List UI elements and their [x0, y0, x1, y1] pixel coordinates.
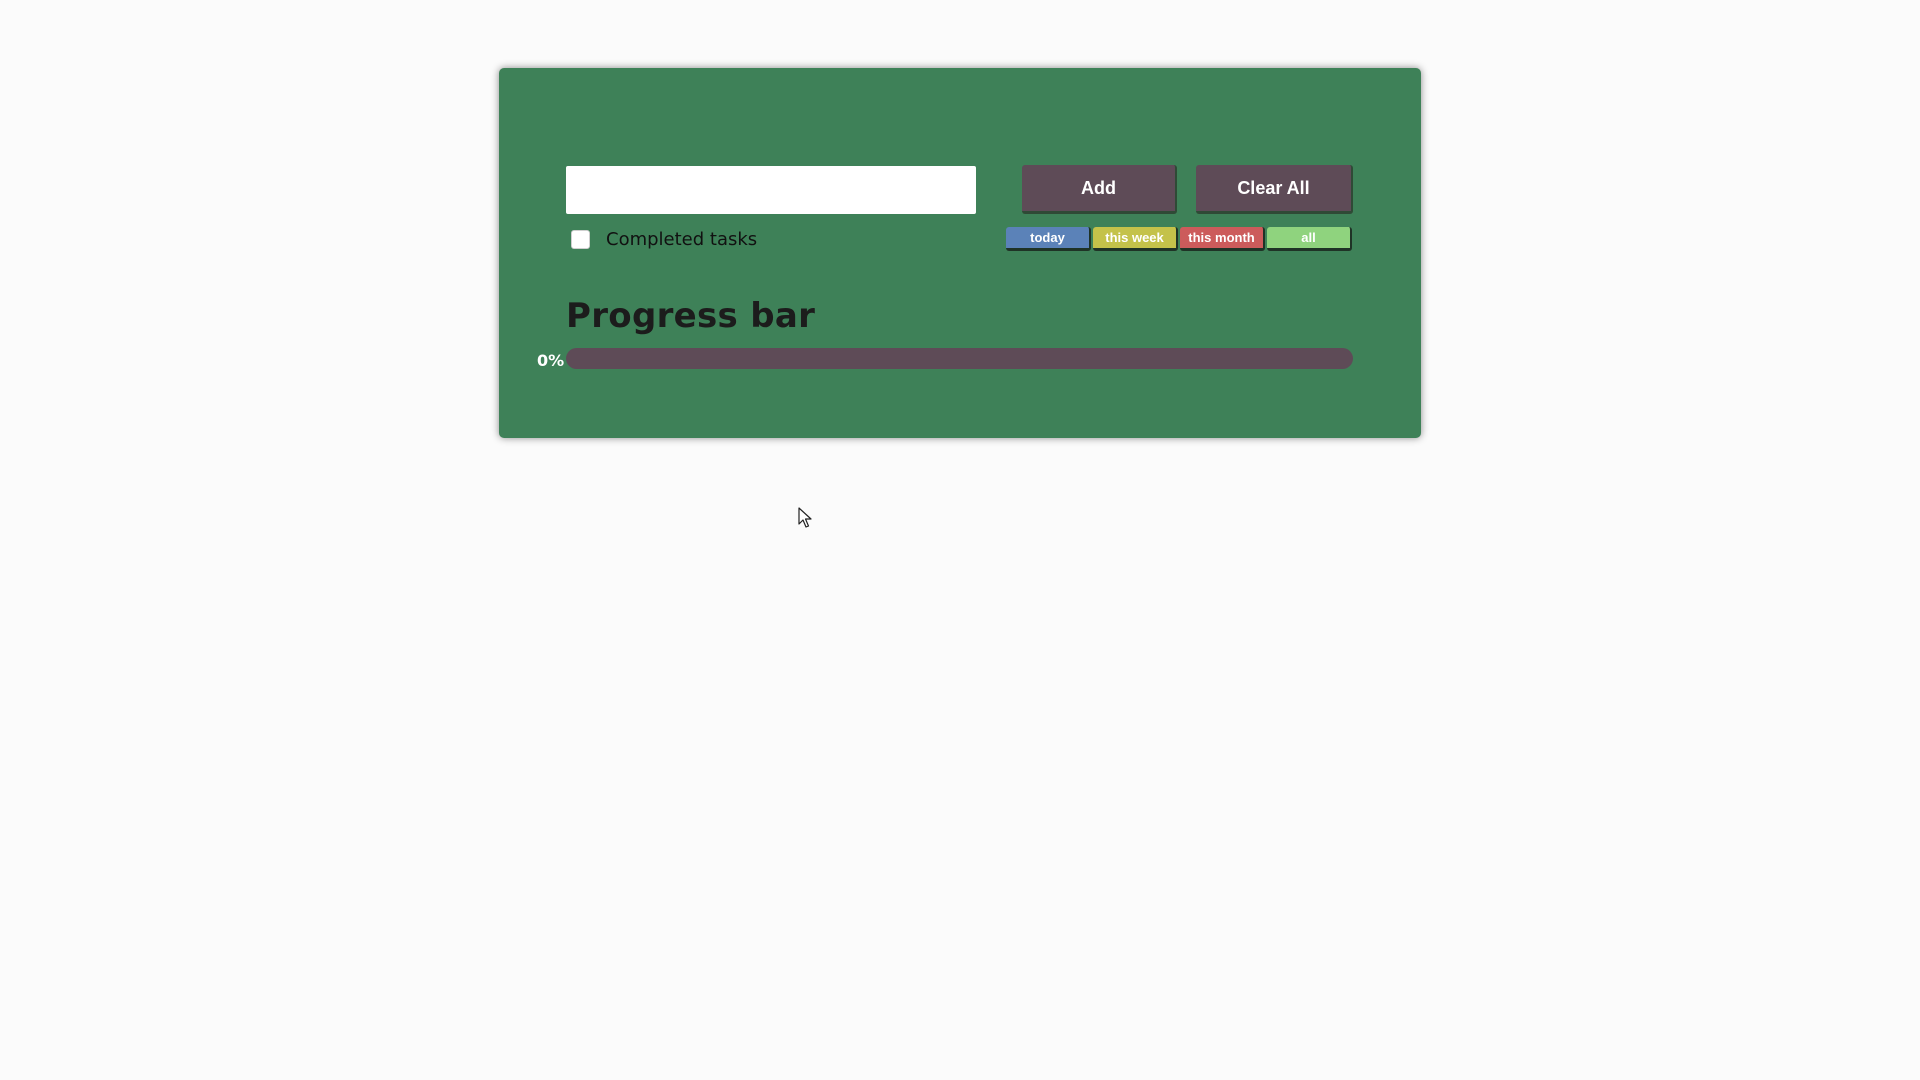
completed-tasks-row: Completed tasks [571, 229, 757, 250]
clear-all-button[interactable]: Clear All [1196, 165, 1353, 214]
completed-tasks-checkbox[interactable] [571, 230, 590, 249]
add-button[interactable]: Add [1022, 165, 1177, 214]
filter-all-button[interactable]: all [1267, 227, 1352, 251]
progress-title: Progress bar [566, 296, 816, 336]
filter-this-week-button[interactable]: this week [1093, 227, 1178, 251]
completed-tasks-label: Completed tasks [606, 229, 758, 250]
mouse-cursor-icon [798, 507, 812, 528]
progress-percent: 0% [537, 351, 565, 370]
task-input[interactable] [566, 166, 976, 214]
progress-bar [566, 348, 1353, 369]
filter-this-month-button[interactable]: this month [1180, 227, 1265, 251]
todo-card: Add Clear All Completed tasks today this… [499, 68, 1421, 438]
date-filter-group: today this week this month all [1006, 227, 1352, 251]
filter-today-button[interactable]: today [1006, 227, 1091, 251]
